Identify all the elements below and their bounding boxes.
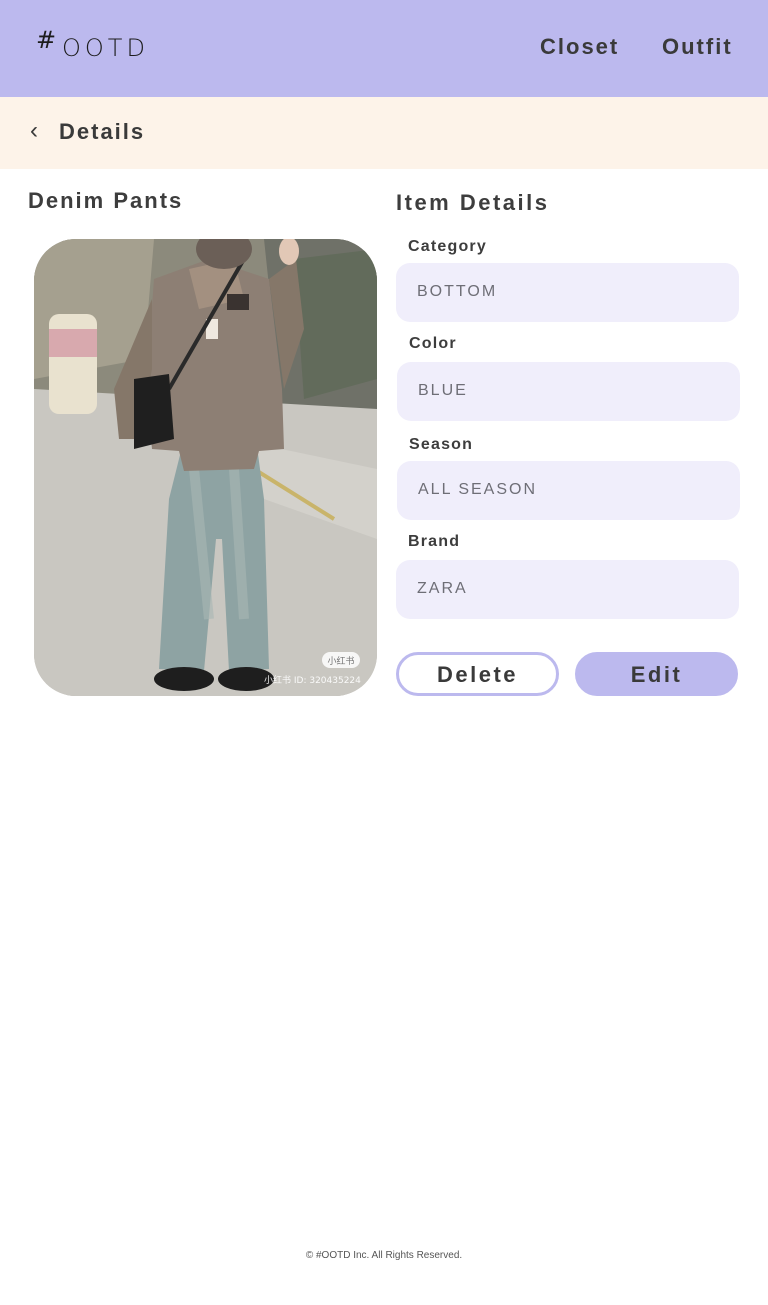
chevron-left-icon[interactable]: ‹: [30, 117, 38, 145]
color-field[interactable]: BLUE: [397, 362, 740, 421]
logo-wordmark: OOTD: [62, 34, 149, 62]
item-photo: 小红书 小红书 ID: 320435224: [34, 239, 377, 696]
item-details-heading: Item Details: [396, 190, 550, 215]
brand-label: Brand: [408, 533, 461, 550]
edit-button[interactable]: Edit: [575, 652, 738, 696]
footer-copyright: © #OOTD Inc. All Rights Reserved.: [305, 1250, 463, 1261]
category-label: Category: [408, 238, 487, 255]
season-field[interactable]: ALL SEASON: [397, 461, 740, 520]
photo-badge: 小红书: [327, 655, 354, 667]
details-subheader: ‹ Details: [0, 97, 768, 169]
delete-button[interactable]: Delete: [396, 652, 559, 696]
photo-watermark: 小红书 ID: 320435224: [264, 674, 361, 686]
brand-field[interactable]: ZARA: [396, 560, 739, 619]
nav-outfit-link[interactable]: Outfit: [662, 34, 733, 60]
color-label: Color: [409, 335, 457, 352]
category-field[interactable]: BOTTOM: [396, 263, 739, 322]
page-title: Details: [59, 119, 146, 144]
category-value: BOTTOM: [417, 283, 498, 300]
item-name-heading: Denim Pants: [28, 188, 184, 213]
logo-hash: #: [36, 26, 57, 54]
brand-value: ZARA: [417, 580, 468, 597]
top-navigation-bar: # OOTD Closet Outfit: [0, 0, 768, 97]
color-value: BLUE: [418, 382, 468, 399]
nav-closet-link[interactable]: Closet: [540, 34, 619, 60]
season-value: ALL SEASON: [418, 481, 538, 498]
season-label: Season: [409, 436, 474, 453]
